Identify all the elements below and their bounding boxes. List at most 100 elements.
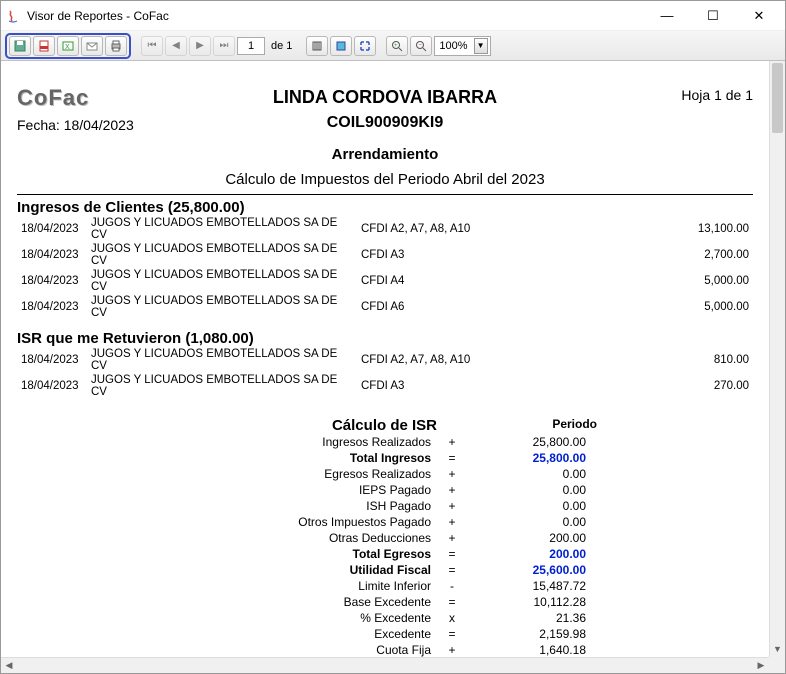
cell-client: JUGOS Y LICUADOS EMBOTELLADOS SA DE CV — [87, 216, 357, 242]
page-indicator: Hoja 1 de 1 — [681, 87, 753, 103]
chevron-down-icon: ▼ — [474, 38, 488, 54]
calc-value: 0.00 — [467, 482, 587, 498]
calc-op: = — [437, 594, 467, 610]
calc-title: Cálculo de ISR — [17, 417, 437, 434]
calc-value: 0.00 — [467, 514, 587, 530]
scroll-down-icon[interactable]: ▼ — [770, 641, 785, 657]
maximize-button[interactable]: ☐ — [699, 6, 727, 26]
calc-row: % Excedentex21.36 — [17, 610, 587, 626]
cell-date: 18/04/2023 — [17, 268, 87, 294]
tax-regime: Arrendamiento — [17, 146, 753, 163]
calc-op: + — [437, 530, 467, 546]
ingresos-table: 18/04/2023JUGOS Y LICUADOS EMBOTELLADOS … — [17, 216, 753, 320]
calc-value: 1,640.18 — [467, 642, 587, 658]
calc-op: = — [437, 450, 467, 466]
vertical-scrollbar[interactable]: ▲ ▼ — [769, 61, 785, 657]
excel-icon[interactable]: X — [57, 36, 79, 56]
report-period: Cálculo de Impuestos del Periodo Abril d… — [17, 171, 753, 188]
calc-row: Total Egresos=200.00 — [17, 546, 587, 562]
horizontal-scrollbar[interactable]: ◀ ▶ — [1, 657, 769, 673]
page-number-input[interactable] — [237, 37, 265, 55]
svg-text:+: + — [394, 43, 398, 49]
calc-row: Ingresos Realizados+25,800.00 — [17, 434, 587, 450]
prev-page-icon[interactable]: ◀ — [165, 36, 187, 56]
section-isrret-title: ISR que me Retuvieron (1,080.00) — [17, 330, 753, 347]
svg-text:X: X — [65, 44, 70, 51]
mail-icon[interactable] — [81, 36, 103, 56]
logo: CoFac — [17, 85, 89, 111]
calc-value: 200.00 — [467, 530, 587, 546]
toolbar: X ⏮ ◀ ▶ ⏭ de 1 + − 100% ▼ — [1, 31, 785, 61]
save-icon[interactable] — [9, 36, 31, 56]
scroll-right-icon[interactable]: ▶ — [753, 658, 769, 673]
calc-row: Limite Inferior-15,487.72 — [17, 578, 587, 594]
calc-op: + — [437, 482, 467, 498]
report-page: CoFac Fecha: 18/04/2023 Hoja 1 de 1 LIND… — [9, 67, 761, 673]
calc-op: = — [437, 562, 467, 578]
java-icon — [5, 8, 21, 24]
taxpayer-name: LINDA CORDOVA IBARRA — [17, 87, 753, 108]
calc-op: + — [437, 466, 467, 482]
cell-date: 18/04/2023 — [17, 242, 87, 268]
calc-label: Otras Deducciones — [17, 530, 437, 546]
cell-date: 18/04/2023 — [17, 216, 87, 242]
table-row: 18/04/2023JUGOS Y LICUADOS EMBOTELLADOS … — [17, 347, 753, 373]
calc-row: Excedente=2,159.98 — [17, 626, 587, 642]
first-page-icon[interactable]: ⏮ — [141, 36, 163, 56]
calc-label: Utilidad Fiscal — [17, 562, 437, 578]
cell-amount: 2,700.00 — [507, 242, 753, 268]
svg-text:−: − — [419, 42, 423, 48]
calc-op: = — [437, 626, 467, 642]
calc-value: 0.00 — [467, 498, 587, 514]
cell-client: JUGOS Y LICUADOS EMBOTELLADOS SA DE CV — [87, 347, 357, 373]
calc-row: Otras Deducciones+200.00 — [17, 530, 587, 546]
calc-row: Base Excedente=10,112.28 — [17, 594, 587, 610]
zoom-in-icon[interactable]: + — [386, 36, 408, 56]
report-date: Fecha: 18/04/2023 — [17, 117, 134, 133]
cell-client: JUGOS Y LICUADOS EMBOTELLADOS SA DE CV — [87, 373, 357, 399]
close-button[interactable]: ✕ — [745, 6, 773, 26]
scroll-left-icon[interactable]: ◀ — [1, 658, 17, 673]
cell-client: JUGOS Y LICUADOS EMBOTELLADOS SA DE CV — [87, 242, 357, 268]
zoom-out-icon[interactable]: − — [410, 36, 432, 56]
fit-page-icon[interactable] — [330, 36, 352, 56]
pdf-icon[interactable] — [33, 36, 55, 56]
minimize-button[interactable]: — — [653, 6, 681, 26]
scroll-corner — [769, 657, 785, 673]
calc-value: 2,159.98 — [467, 626, 587, 642]
cell-ref: CFDI A4 — [357, 268, 507, 294]
calc-label: Cuota Fija — [17, 642, 437, 658]
cell-date: 18/04/2023 — [17, 347, 87, 373]
cell-ref: CFDI A2, A7, A8, A10 — [357, 216, 507, 242]
zoom-select[interactable]: 100% ▼ — [434, 36, 490, 56]
calc-label: Ingresos Realizados — [17, 434, 437, 450]
cell-ref: CFDI A3 — [357, 373, 507, 399]
cell-client: JUGOS Y LICUADOS EMBOTELLADOS SA DE CV — [87, 294, 357, 320]
calc-value: 15,487.72 — [467, 578, 587, 594]
last-page-icon[interactable]: ⏭ — [213, 36, 235, 56]
cell-amount: 270.00 — [507, 373, 753, 399]
cell-ref: CFDI A2, A7, A8, A10 — [357, 347, 507, 373]
calc-value: 21.36 — [467, 610, 587, 626]
calc-value: 25,600.00 — [467, 562, 587, 578]
actual-size-icon[interactable] — [306, 36, 328, 56]
zoom-value: 100% — [437, 40, 473, 52]
scroll-thumb[interactable] — [772, 63, 783, 133]
calc-label: Limite Inferior — [17, 578, 437, 594]
print-icon[interactable] — [105, 36, 127, 56]
calc-label: IEPS Pagado — [17, 482, 437, 498]
cell-amount: 5,000.00 — [507, 268, 753, 294]
calc-label: % Excedente — [17, 610, 437, 626]
export-group: X — [5, 33, 131, 59]
calc-op: x — [437, 610, 467, 626]
calc-op: = — [437, 546, 467, 562]
next-page-icon[interactable]: ▶ — [189, 36, 211, 56]
calc-label: Excedente — [17, 626, 437, 642]
fit-width-icon[interactable] — [354, 36, 376, 56]
calc-row: Total Ingresos=25,800.00 — [17, 450, 587, 466]
calc-row: Otros Impuestos Pagado+0.00 — [17, 514, 587, 530]
calc-label: Base Excedente — [17, 594, 437, 610]
cell-date: 18/04/2023 — [17, 373, 87, 399]
calc-label: Egresos Realizados — [17, 466, 437, 482]
table-row: 18/04/2023JUGOS Y LICUADOS EMBOTELLADOS … — [17, 216, 753, 242]
